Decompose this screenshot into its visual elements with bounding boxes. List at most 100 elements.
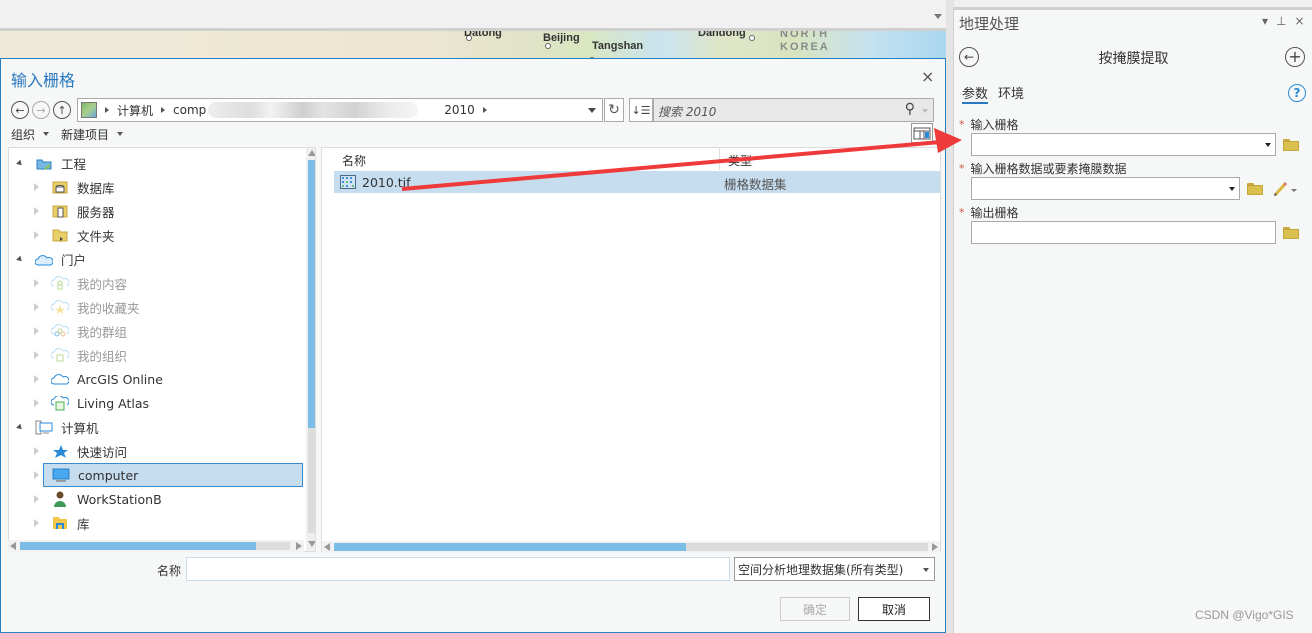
tree-item-工程[interactable]: 工程: [13, 151, 86, 175]
expand-right-icon[interactable]: [29, 231, 43, 239]
pane-menu-icon[interactable]: ▾: [1262, 14, 1268, 28]
folder-browse-icon[interactable]: [1283, 139, 1299, 151]
tree-item-快速访问[interactable]: 快速访问: [29, 439, 127, 463]
tree-item-库[interactable]: 库: [29, 511, 90, 535]
column-header-name[interactable]: 名称: [342, 152, 366, 169]
up-button[interactable]: ↑: [53, 101, 71, 119]
file-row[interactable]: 2010.tif 栅格数据集: [334, 171, 940, 193]
name-input[interactable]: [186, 557, 730, 581]
tree-item-label: computer: [78, 467, 139, 483]
expand-right-icon[interactable]: [29, 351, 43, 359]
scroll-left-icon[interactable]: [10, 542, 16, 550]
dialog-title: 输入栅格: [11, 71, 76, 90]
organize-menu[interactable]: 组织: [11, 126, 50, 143]
tree-item-计算机[interactable]: 计算机: [13, 415, 99, 439]
scroll-track[interactable]: [686, 543, 928, 551]
pencil-edit-icon[interactable]: [1272, 180, 1298, 198]
tree-item-门户[interactable]: 门户: [13, 247, 86, 271]
living-atlas-icon: [51, 395, 69, 411]
search-input[interactable]: 搜索 2010 ⚲: [653, 98, 934, 122]
scroll-thumb[interactable]: [20, 542, 256, 550]
expand-down-icon[interactable]: [13, 423, 27, 431]
scroll-thumb[interactable]: [308, 160, 315, 428]
tree-item-label: 我的组织: [77, 348, 128, 364]
expand-right-icon[interactable]: [29, 279, 43, 287]
ok-button[interactable]: 确定: [780, 597, 850, 621]
scroll-track[interactable]: [256, 542, 290, 550]
scroll-right-icon[interactable]: [296, 542, 302, 550]
expand-right-icon[interactable]: [29, 519, 43, 527]
breadcrumb-2010[interactable]: 2010: [444, 103, 475, 117]
search-dropdown-icon[interactable]: [922, 109, 928, 113]
expand-right-icon[interactable]: [29, 207, 43, 215]
output-raster-input[interactable]: [971, 221, 1276, 244]
close-icon[interactable]: ×: [921, 67, 934, 86]
expand-down-icon[interactable]: [13, 159, 27, 167]
file-type-filter-select[interactable]: 空间分析地理数据集(所有类型): [734, 557, 935, 581]
expand-right-icon[interactable]: [29, 447, 43, 455]
breadcrumb-comp[interactable]: comp: [173, 103, 206, 117]
back-button[interactable]: ←: [11, 101, 29, 119]
scroll-thumb[interactable]: [334, 543, 686, 551]
tree-item-服务器[interactable]: 服务器: [29, 199, 115, 223]
new-item-menu[interactable]: 新建项目: [61, 126, 124, 143]
tree-item-workstationb[interactable]: WorkStationB: [29, 487, 162, 511]
expand-right-icon[interactable]: [29, 463, 43, 487]
back-button[interactable]: ←: [959, 47, 979, 67]
expand-right-icon[interactable]: [29, 495, 43, 503]
address-dropdown-icon[interactable]: [588, 108, 596, 113]
expand-right-icon[interactable]: [29, 375, 43, 383]
close-icon[interactable]: ×: [1294, 14, 1304, 28]
input-raster-combobox[interactable]: [971, 133, 1276, 156]
chevron-down-icon[interactable]: [934, 14, 942, 19]
tree-horizontal-scrollbar[interactable]: [8, 540, 304, 552]
scroll-left-icon[interactable]: [324, 543, 330, 551]
scroll-down-icon[interactable]: [308, 541, 315, 547]
tree-item-label: 计算机: [61, 420, 99, 436]
tree-item-我的内容[interactable]: 我的内容: [29, 271, 127, 295]
navigation-tree: 工程 数据库 服务器 文件夹 门户 我的内容 我的收藏夹 我的群组我的组织 ArcGIS Onl…: [8, 147, 316, 552]
forward-button[interactable]: →: [32, 101, 50, 119]
file-list-horizontal-scrollbar[interactable]: [322, 541, 940, 553]
tree-item-文件夹[interactable]: 文件夹: [29, 223, 115, 247]
map-label-dandong: Dandong: [698, 31, 746, 39]
map-view[interactable]: Datong Beijing Tangshan Dandong NORTH KO…: [0, 31, 946, 61]
refresh-button[interactable]: ↻: [604, 98, 624, 122]
folder-browse-icon[interactable]: [1283, 227, 1299, 239]
tab-parameters[interactable]: 参数: [962, 83, 988, 102]
chevron-down-icon[interactable]: [1265, 143, 1271, 147]
tree-item-我的收藏夹[interactable]: 我的收藏夹: [29, 295, 140, 319]
param-label-text: 输入栅格: [970, 118, 1019, 132]
chevron-down-icon[interactable]: [1229, 187, 1235, 191]
sort-button[interactable]: ↓☰: [629, 98, 653, 122]
help-icon[interactable]: ?: [1288, 84, 1306, 102]
tree-item-我的组织[interactable]: 我的组织: [29, 343, 127, 367]
scroll-right-icon[interactable]: [932, 543, 938, 551]
tree-item-computer[interactable]: computer: [43, 463, 303, 487]
folder-browse-icon[interactable]: [1247, 183, 1263, 195]
expand-right-icon[interactable]: [29, 399, 43, 407]
expand-right-icon[interactable]: [29, 183, 43, 191]
expand-down-icon[interactable]: [13, 255, 27, 263]
cancel-button[interactable]: 取消: [858, 597, 930, 621]
column-header-type[interactable]: 类型: [728, 152, 752, 169]
address-bar[interactable]: 计算机 comp 2010: [77, 98, 603, 122]
expand-right-icon[interactable]: [29, 303, 43, 311]
breadcrumb-computer[interactable]: 计算机: [117, 102, 153, 119]
add-button[interactable]: +: [1285, 47, 1305, 67]
tree-vertical-scrollbar[interactable]: [306, 148, 315, 551]
view-options-button[interactable]: [911, 123, 933, 143]
tree-item-数据库[interactable]: 数据库: [29, 175, 115, 199]
tab-environments[interactable]: 环境: [998, 83, 1024, 102]
tree-item-我的群组[interactable]: 我的群组: [29, 319, 127, 343]
expand-right-icon[interactable]: [29, 327, 43, 335]
tree-item-arcgis-online[interactable]: ArcGIS Online: [29, 367, 163, 391]
search-icon[interactable]: ⚲: [905, 101, 915, 117]
pin-icon[interactable]: ⊥: [1276, 14, 1286, 28]
column-divider[interactable]: [719, 148, 720, 170]
scroll-up-icon[interactable]: [308, 150, 315, 156]
tree-item-living-atlas[interactable]: Living Atlas: [29, 391, 149, 415]
tree-item-label: ArcGIS Online: [77, 371, 163, 387]
mask-data-combobox[interactable]: [971, 177, 1240, 200]
scroll-track[interactable]: [308, 428, 315, 533]
